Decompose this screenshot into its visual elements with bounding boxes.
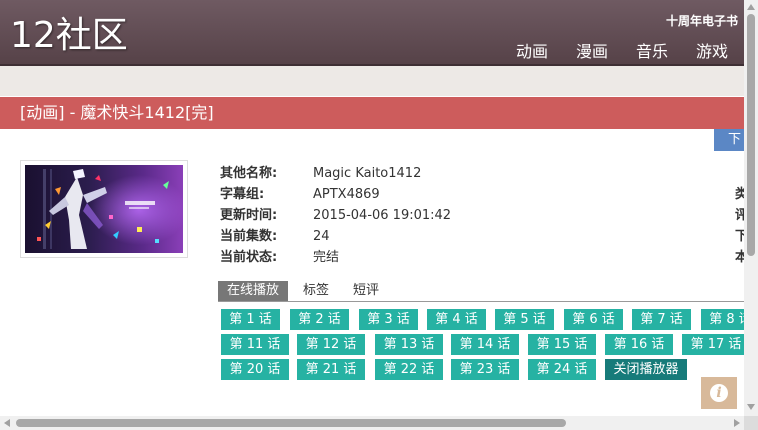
nav-anime[interactable]: 动画 [516, 38, 548, 62]
info-row-episodes: 当前集数: 24 [220, 226, 451, 247]
info-value: 24 [313, 229, 330, 244]
tab-reviews[interactable]: 短评 [344, 281, 388, 301]
close-player-button[interactable]: 关闭播放器 [605, 359, 687, 380]
episode-button[interactable]: 第 17 话 [682, 334, 744, 355]
episode-button[interactable]: 第 11 话 [221, 334, 289, 355]
info-key: 更新时间: [220, 208, 278, 223]
site-header: 12社区 十周年电子书 动画 漫画 音乐 游戏 [0, 0, 744, 66]
nav-manga[interactable]: 漫画 [576, 38, 608, 62]
episode-button[interactable]: 第 15 话 [528, 334, 596, 355]
info-key: 字幕组: [220, 187, 265, 202]
vertical-scroll-thumb[interactable] [747, 14, 755, 256]
info-badge[interactable]: i [701, 377, 737, 409]
cover-image[interactable] [25, 165, 183, 253]
episode-button[interactable]: 第 20 话 [221, 359, 289, 380]
episode-button[interactable]: 第 13 话 [375, 334, 443, 355]
site-logo[interactable]: 12社区 [10, 16, 128, 56]
scroll-left-arrow-icon[interactable] [4, 419, 10, 427]
cover-image-frame [20, 160, 188, 258]
info-value: APTX4869 [313, 187, 380, 202]
episode-button[interactable]: 第 2 话 [290, 309, 349, 330]
scroll-down-arrow-icon[interactable] [747, 404, 755, 410]
horizontal-scroll-thumb[interactable] [16, 419, 566, 427]
scrollbar-corner [744, 416, 758, 430]
episode-button[interactable]: 第 24 话 [528, 359, 596, 380]
info-key: 其他名称: [220, 166, 278, 181]
info-row-status: 当前状态: 完结 [220, 247, 451, 268]
main-nav: 动画 漫画 音乐 游戏 [516, 38, 744, 62]
episode-button[interactable]: 第 3 话 [359, 309, 418, 330]
horizontal-scrollbar[interactable] [0, 416, 744, 430]
scroll-right-arrow-icon[interactable] [734, 419, 740, 427]
info-row-subgroup: 字幕组: APTX4869 [220, 184, 451, 205]
episode-button[interactable]: 第 5 话 [495, 309, 554, 330]
right-info-label: 类 [735, 187, 744, 202]
right-info-label: 本 [735, 250, 744, 265]
episode-button[interactable]: 第 7 话 [632, 309, 691, 330]
info-row-alias: 其他名称: Magic Kaito1412 [220, 163, 451, 184]
episode-button[interactable]: 第 16 话 [605, 334, 673, 355]
content-tabs: 在线播放 标签 短评 [218, 281, 744, 302]
tab-tags[interactable]: 标签 [294, 281, 338, 301]
info-value: 2015-04-06 19:01:42 [313, 208, 452, 223]
page-viewport: 12社区 十周年电子书 动画 漫画 音乐 游戏 [动画] - 魔术快斗1412[… [0, 0, 744, 416]
episode-button[interactable]: 第 6 话 [564, 309, 623, 330]
episode-button[interactable]: 第 4 话 [427, 309, 486, 330]
download-button[interactable]: 下 [714, 129, 744, 151]
tab-online-play[interactable]: 在线播放 [218, 281, 289, 301]
episode-button[interactable]: 第 22 话 [375, 359, 443, 380]
page-title: [动画] - 魔术快斗1412[完] [0, 97, 744, 129]
nav-music[interactable]: 音乐 [636, 38, 668, 62]
info-key: 当前集数: [220, 229, 278, 244]
episode-button[interactable]: 第 21 话 [297, 359, 365, 380]
info-value: Magic Kaito1412 [313, 166, 422, 181]
info-icon: i [710, 384, 728, 402]
episode-button[interactable]: 第 1 话 [221, 309, 280, 330]
info-row-updated: 更新时间: 2015-04-06 19:01:42 [220, 205, 451, 226]
right-info-label: 评 [735, 208, 744, 223]
anime-info-list: 其他名称: Magic Kaito1412 字幕组: APTX4869 更新时间… [220, 163, 451, 268]
right-info-label: 下 [735, 229, 744, 244]
episode-button[interactable]: 第 14 话 [451, 334, 519, 355]
episode-button[interactable]: 第 8 话 [701, 309, 744, 330]
tenth-anniversary-link[interactable]: 十周年电子书 [666, 12, 738, 29]
spacer-band [0, 66, 744, 96]
info-key: 当前状态: [220, 250, 278, 265]
right-info-column-partial: 类 评 下 本 [735, 184, 744, 268]
episode-button[interactable]: 第 12 话 [297, 334, 365, 355]
episode-button[interactable]: 第 23 话 [451, 359, 519, 380]
nav-games[interactable]: 游戏 [696, 38, 728, 62]
vertical-scrollbar[interactable] [744, 0, 758, 416]
info-value: 完结 [313, 250, 340, 265]
scroll-up-arrow-icon[interactable] [747, 4, 755, 10]
